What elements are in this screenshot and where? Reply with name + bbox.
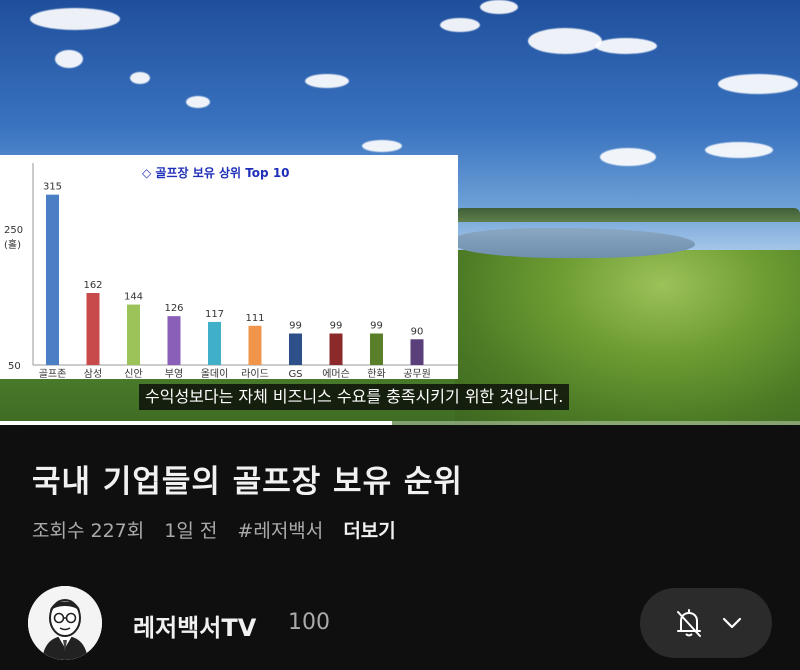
avatar-portrait-icon (28, 586, 102, 660)
category-label: 올데이 (201, 368, 229, 379)
bar-series: 315 골프존 162 삼성 144 신안 126 부영 117 올데이 111 라이드 99 GS 99 에… (39, 182, 431, 379)
category-label: 골프존 (39, 368, 67, 379)
bar-0 (46, 194, 59, 365)
bar-value-label: 126 (164, 303, 183, 314)
y-tick-label: 50 (8, 361, 21, 372)
cloud (600, 148, 656, 166)
bar-1 (86, 293, 100, 365)
cloud (480, 0, 518, 14)
bar-value-label: 99 (330, 321, 343, 332)
bar-7 (329, 333, 343, 365)
y-tick-label: 250 (4, 225, 23, 236)
bar-2 (127, 304, 140, 365)
notification-bell-button[interactable] (640, 588, 772, 658)
bar-value-label: 99 (370, 321, 383, 332)
y-axis-unit: (홀) (4, 238, 21, 251)
chart-title: ◇ 골프장 보유 상위 Top 10 (142, 165, 290, 180)
category-label: 공무원 (403, 368, 431, 379)
bar-3 (167, 316, 181, 365)
view-count: 조회수 227회 (32, 520, 145, 542)
tree-line (455, 208, 800, 222)
channel-name[interactable]: 레저백서TV (133, 608, 256, 643)
category-label: 부영 (165, 368, 183, 379)
cloud (595, 38, 657, 54)
bar-value-label: 111 (245, 313, 264, 324)
category-label: 라이드 (241, 368, 269, 379)
water-hazard (455, 228, 695, 258)
channel-avatar[interactable] (28, 586, 102, 660)
chart-panel: ◇ 골프장 보유 상위 Top 10 250 (홀) 50 315 골프존 162 삼… (0, 155, 458, 379)
bar-4 (208, 321, 221, 365)
cloud (528, 28, 602, 54)
cloud (130, 72, 150, 84)
closed-caption: 수익성보다는 자체 비즈니스 수요를 충족시키기 위한 것입니다. (139, 384, 570, 410)
bar-9 (410, 339, 424, 365)
bar-value-label: 315 (43, 182, 62, 193)
more-button[interactable]: 더보기 (343, 520, 395, 542)
cloud (186, 96, 210, 108)
bar-value-label: 90 (411, 326, 424, 337)
cloud (440, 18, 480, 32)
cloud (705, 142, 773, 158)
cloud (718, 74, 798, 94)
video-player[interactable]: ◇ 골프장 보유 상위 Top 10 250 (홀) 50 315 골프존 162 삼… (0, 0, 800, 425)
bar-value-label: 144 (124, 292, 143, 303)
bar-5 (248, 325, 262, 365)
cloud (55, 50, 83, 68)
bar-value-label: 162 (83, 280, 102, 291)
cloud (305, 74, 349, 88)
video-title: 국내 기업들의 골프장 보유 순위 (32, 464, 463, 500)
bar-8 (370, 333, 383, 365)
category-label: 신안 (124, 368, 142, 379)
hashtag-link[interactable]: #레저백서 (237, 520, 323, 542)
bell-off-icon (677, 609, 701, 637)
upload-age: 1일 전 (164, 520, 218, 542)
cloud (362, 140, 402, 152)
chevron-down-icon (722, 617, 742, 629)
category-label: GS (288, 369, 302, 379)
category-label: 삼성 (84, 368, 102, 379)
bar-chart: ◇ 골프장 보유 상위 Top 10 250 (홀) 50 315 골프존 162 삼… (4, 163, 458, 379)
video-metadata: 조회수 227회 1일 전 #레저백서 더보기 (32, 516, 410, 543)
bar-value-label: 99 (289, 321, 302, 332)
subscriber-count: 100 (288, 610, 330, 635)
category-label: 에머슨 (322, 368, 350, 379)
bar-value-label: 117 (205, 309, 224, 320)
cloud (30, 8, 120, 30)
bar-6 (289, 333, 302, 365)
category-label: 한화 (367, 368, 385, 379)
